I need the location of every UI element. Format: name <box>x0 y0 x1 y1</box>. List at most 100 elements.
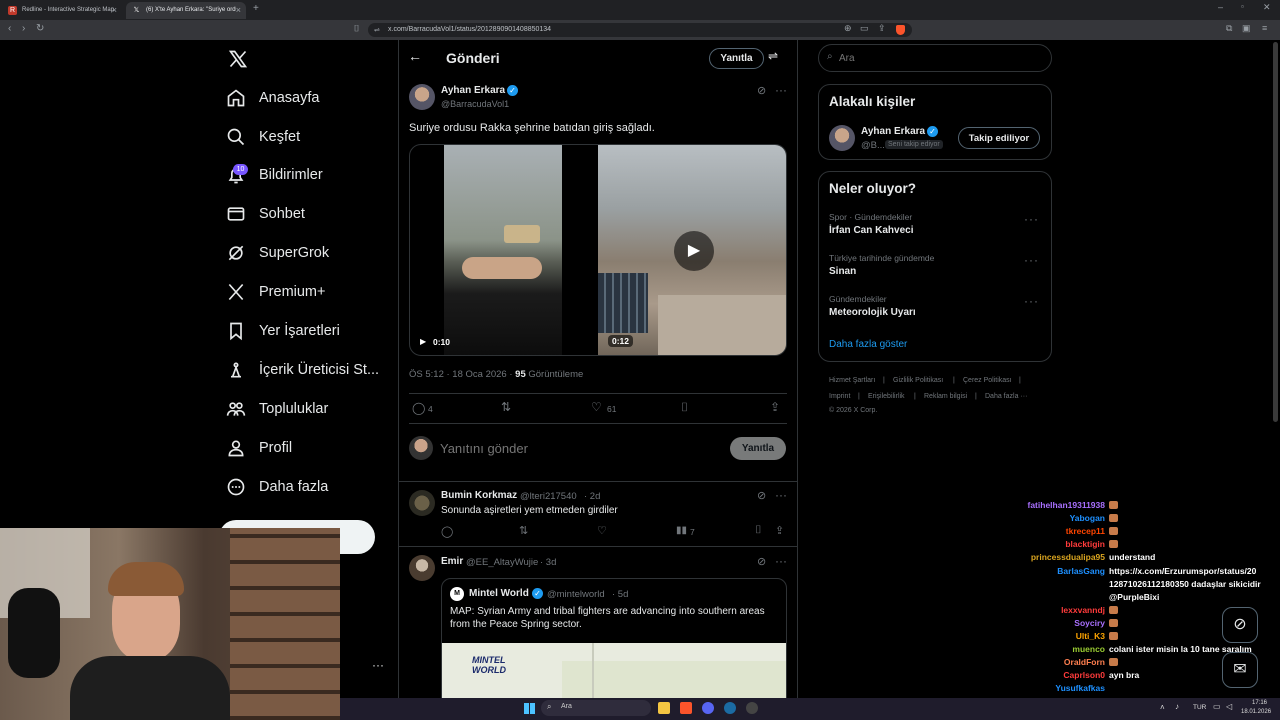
chat-username[interactable]: tkrecep11 <box>1066 526 1105 536</box>
related-handle[interactable]: @B... <box>861 140 885 151</box>
chat-username[interactable]: princessdualipa95 <box>1031 552 1105 562</box>
page-scrollbar[interactable] <box>1273 42 1278 422</box>
sidebar-item-chat[interactable]: Sohbet <box>226 199 305 229</box>
chat-username[interactable]: blacktigin <box>1065 539 1105 549</box>
sidebar-item-more[interactable]: Daha fazla <box>226 472 328 502</box>
quote-author-handle[interactable]: @mintelworld <box>547 589 605 600</box>
back-arrow-icon[interactable]: ← <box>408 48 422 64</box>
related-name[interactable]: Ayhan Erkara <box>861 126 925 137</box>
play-button-icon[interactable]: ▶ <box>674 231 714 271</box>
close-tab-icon[interactable]: × <box>112 5 117 15</box>
reply-icon[interactable]: ◯ <box>441 525 453 538</box>
brave-shield-icon[interactable] <box>896 25 905 35</box>
filter-icon[interactable]: ⇌ <box>768 49 778 63</box>
obs-icon[interactable] <box>746 702 758 714</box>
like-icon[interactable]: ♡ <box>591 400 602 414</box>
author-name[interactable]: Ayhan Erkara <box>441 85 505 96</box>
trend-more-icon[interactable]: ··· <box>1024 253 1039 267</box>
post-more-icon[interactable]: ··· <box>775 83 787 97</box>
chat-username[interactable]: Soyciry <box>1074 618 1105 628</box>
chat-username[interactable]: fatihelhan19311938 <box>1028 500 1106 510</box>
footer-link-ads[interactable]: Reklam bilgisi <box>924 393 967 400</box>
sidebar-item-bookmarks[interactable]: Yer İşaretleri <box>226 316 340 346</box>
trend-more-icon[interactable]: ··· <box>1024 212 1039 226</box>
reply-author-handle[interactable]: @EE_AltayWujie <box>466 557 538 568</box>
author-handle[interactable]: @BarracudaVol1 <box>441 99 509 109</box>
post-video[interactable]: ▶ ▶ 0:10 0:12 <box>409 144 787 356</box>
cast-icon[interactable]: ▭ <box>860 23 869 34</box>
footer-link-terms[interactable]: Hizmet Şartları <box>829 377 875 384</box>
forward-icon[interactable]: › <box>22 23 25 34</box>
like-icon[interactable]: ♡ <box>597 524 607 537</box>
retweet-icon[interactable]: ⇅ <box>501 400 511 414</box>
close-window-icon[interactable]: ✕ <box>1263 2 1271 13</box>
bookmark-action-icon[interactable]: ⌷ <box>681 400 688 415</box>
volume-icon[interactable]: ◁ <box>1226 702 1232 711</box>
extensions-icon[interactable]: ⧉ <box>1226 23 1232 34</box>
tray-chevron-icon[interactable]: ˄ <box>1160 703 1165 712</box>
footer-link-cookies[interactable]: Çerez Politikası <box>963 377 1012 384</box>
sidebar-item-creator-studio[interactable]: İçerik Üreticisi St... <box>226 355 379 385</box>
reply-more-icon[interactable]: ··· <box>775 554 787 568</box>
search-box[interactable]: ⌕ <box>818 44 1052 72</box>
grok-floating-button[interactable]: ⊘ <box>1222 607 1258 643</box>
share-icon[interactable]: ⇪ <box>878 23 886 34</box>
retweet-icon[interactable]: ⇅ <box>519 524 528 537</box>
clock-time[interactable]: 17:16 <box>1252 700 1267 706</box>
footer-link-privacy[interactable]: Gizlilik Politikası <box>893 377 943 384</box>
brave-icon[interactable] <box>680 702 692 714</box>
trend-more-icon[interactable]: ··· <box>1024 294 1039 308</box>
file-explorer-icon[interactable] <box>658 702 670 714</box>
mic-icon[interactable]: ♪ <box>1175 702 1179 711</box>
footer-link-imprint[interactable]: Imprint <box>829 393 850 400</box>
related-avatar[interactable] <box>829 125 855 151</box>
chat-username[interactable]: lexxvanndj <box>1061 605 1105 615</box>
chat-username[interactable]: Ulti_K3 <box>1076 631 1105 641</box>
grok-explain-icon[interactable]: ⊘ <box>757 489 766 502</box>
reply-input[interactable] <box>440 438 710 458</box>
reply-time[interactable]: · 3d <box>540 557 556 568</box>
reply-avatar[interactable] <box>409 490 435 516</box>
new-tab-button[interactable]: + <box>253 3 259 14</box>
show-more-link[interactable]: Daha fazla göster <box>829 339 907 350</box>
sidebar-item-explore[interactable]: Keşfet <box>226 122 300 152</box>
reply-author-handle[interactable]: @lteri217540 <box>520 491 577 502</box>
trend-item[interactable]: Gündemdekiler Meteorolojik Uyarı <box>829 294 1044 318</box>
post-timestamp[interactable]: ÖS 5:12 · 18 Oca 2026 · <box>409 369 513 380</box>
reply-author-name[interactable]: Bumin Korkmaz <box>441 490 517 501</box>
reload-icon[interactable]: ↻ <box>36 23 44 34</box>
maximize-icon[interactable]: ▫ <box>1241 2 1244 11</box>
following-button[interactable]: Takip ediliyor <box>958 127 1040 149</box>
minimize-icon[interactable]: – <box>1218 2 1223 12</box>
author-avatar[interactable] <box>409 84 435 110</box>
reply-more-icon[interactable]: ··· <box>775 488 787 502</box>
sidebar-item-premium[interactable]: Premium+ <box>226 277 325 307</box>
sidebar-item-supergrok[interactable]: SuperGrok <box>226 238 329 268</box>
bookmark-action-icon[interactable]: ⌷ <box>755 524 762 537</box>
address-bar[interactable]: ⇌ x.com/BarracudaVol1/status/20128909014… <box>368 23 912 37</box>
reply-submit-button[interactable]: Yanıtla <box>730 437 786 460</box>
chat-username[interactable]: Yabogan <box>1070 513 1105 523</box>
footer-link-accessibility[interactable]: Erişilebilirlik <box>868 393 905 400</box>
start-icon[interactable] <box>524 703 535 714</box>
trend-item[interactable]: Türkiye tarihinde gündemde Sinan <box>829 253 1044 277</box>
discord-icon[interactable] <box>702 702 714 714</box>
chat-username[interactable]: OraldForn <box>1064 657 1105 667</box>
menu-icon[interactable]: ≡ <box>1262 23 1267 33</box>
header-reply-button[interactable]: Yanıtla <box>709 48 764 69</box>
reply-icon[interactable]: ◯ <box>412 401 425 415</box>
wallet-icon[interactable]: ▣ <box>1242 23 1251 34</box>
clock-date[interactable]: 18.01.2026 <box>1241 709 1271 715</box>
chat-username[interactable]: muenco <box>1072 644 1105 654</box>
account-more-icon[interactable]: ··· <box>372 658 384 672</box>
grok-explain-icon[interactable]: ⊘ <box>757 84 766 97</box>
share-action-icon[interactable]: ⇪ <box>775 524 784 537</box>
quote-author-name[interactable]: Mintel World <box>469 588 529 599</box>
sidebar-item-communities[interactable]: Topluluklar <box>226 394 328 424</box>
chat-username[interactable]: Caprlson0 <box>1063 670 1105 680</box>
language-indicator[interactable]: TUR <box>1193 704 1206 711</box>
share-action-icon[interactable]: ⇪ <box>770 400 780 414</box>
steam-icon[interactable] <box>724 702 736 714</box>
trend-item[interactable]: Spor · Gündemdekiler İrfan Can Kahveci <box>829 212 1044 236</box>
site-info-icon[interactable]: ⇌ <box>374 26 380 34</box>
